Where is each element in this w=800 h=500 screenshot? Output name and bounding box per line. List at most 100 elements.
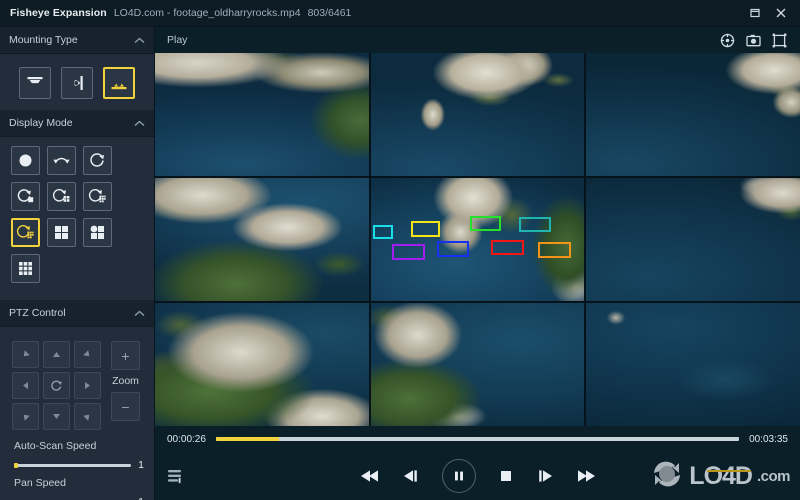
display-mode-quad-view[interactable] bbox=[47, 218, 76, 247]
chevron-up-icon[interactable] bbox=[134, 114, 145, 132]
slider-row-auto-scan-speed: 1 bbox=[14, 459, 144, 471]
zoom-in-button[interactable]: + bbox=[111, 341, 140, 370]
close-icon[interactable] bbox=[768, 2, 794, 24]
display-mode-fisheye-plus-six-panes[interactable] bbox=[11, 218, 40, 247]
slider-auto-scan-speed: Auto-Scan Speed 1 bbox=[0, 434, 154, 471]
video-cell[interactable] bbox=[586, 53, 800, 176]
ptz-pan-up-right[interactable] bbox=[74, 341, 101, 368]
display-mode-panorama-180[interactable] bbox=[47, 146, 76, 175]
video-cell[interactable] bbox=[155, 53, 369, 176]
seek-bar-fill bbox=[215, 437, 279, 441]
detection-box[interactable] bbox=[491, 240, 525, 256]
display-mode-one-plus-three-view[interactable] bbox=[83, 218, 112, 247]
slider-label-pan-speed: Pan Speed bbox=[14, 477, 66, 489]
slider-value-pan-speed: 1 bbox=[138, 496, 144, 500]
panel-body-ptz-control: + Zoom − Auto-Scan Speed 1 Pan Speed bbox=[0, 327, 154, 500]
seek-bar[interactable] bbox=[215, 437, 740, 441]
mounting-type-options bbox=[0, 67, 154, 99]
panel-title-display-mode: Display Mode bbox=[9, 117, 73, 129]
slider-pan-speed: Pan Speed 1 bbox=[0, 471, 154, 500]
watermark-underline bbox=[707, 469, 751, 472]
chevron-up-icon[interactable] bbox=[134, 304, 145, 322]
video-cell[interactable] bbox=[155, 178, 369, 301]
panel-header-ptz-control[interactable]: PTZ Control bbox=[0, 300, 154, 327]
slider-value-auto-scan-speed: 1 bbox=[138, 459, 144, 471]
mount-option-ground[interactable] bbox=[103, 67, 135, 99]
ptz-target-icon[interactable] bbox=[714, 29, 740, 51]
panel-body-mounting-type bbox=[0, 54, 154, 110]
display-mode-fisheye-plus-four-panes[interactable] bbox=[83, 182, 112, 211]
ptz-pan-left[interactable] bbox=[12, 372, 39, 399]
sidebar: Mounting Type Display Mode PTZ Control +… bbox=[0, 27, 155, 500]
panel-body-display-mode bbox=[0, 137, 154, 300]
panel-header-display-mode[interactable]: Display Mode bbox=[0, 110, 154, 137]
application-window: Fisheye Expansion LO4D.com - footage_old… bbox=[0, 0, 800, 500]
transport-bar: LO4D .com bbox=[155, 452, 800, 500]
slider-track-auto-scan-speed[interactable] bbox=[14, 462, 131, 468]
slider-row-pan-speed: 1 bbox=[14, 496, 144, 500]
zoom-out-button[interactable]: − bbox=[111, 392, 140, 421]
video-cell[interactable] bbox=[155, 303, 369, 426]
panel-title-ptz-control: PTZ Control bbox=[9, 307, 66, 319]
video-cell[interactable] bbox=[370, 53, 585, 176]
detection-box[interactable] bbox=[411, 221, 441, 238]
ptz-pan-down[interactable] bbox=[43, 403, 70, 430]
video-cell-selected[interactable] bbox=[370, 178, 585, 301]
rewind-button[interactable] bbox=[360, 468, 380, 484]
slider-knob-auto-scan-speed[interactable] bbox=[14, 462, 18, 468]
view-toolbar: Play bbox=[155, 27, 800, 53]
ptz-auto-scan[interactable] bbox=[43, 372, 70, 399]
mount-option-ceiling[interactable] bbox=[19, 67, 51, 99]
detection-box[interactable] bbox=[436, 241, 469, 258]
detection-box[interactable] bbox=[392, 243, 426, 260]
zoom-label: Zoom bbox=[112, 375, 139, 387]
video-grid bbox=[155, 53, 800, 426]
display-mode-nine-grid-view[interactable] bbox=[11, 254, 40, 283]
display-mode-fisheye-plus-one-pane[interactable] bbox=[11, 182, 40, 211]
lo4d-logo-icon bbox=[650, 459, 684, 494]
restore-window-icon[interactable] bbox=[742, 2, 768, 24]
app-title: Fisheye Expansion bbox=[10, 7, 107, 19]
detection-box[interactable] bbox=[538, 241, 572, 258]
main-area: Play 00:00:26 00:03:35 LO4D .com bbox=[155, 27, 800, 500]
display-mode-fisheye-plus-three-panes[interactable] bbox=[47, 182, 76, 211]
video-cell[interactable] bbox=[586, 303, 800, 426]
fullscreen-icon[interactable] bbox=[766, 29, 792, 51]
display-mode-options bbox=[0, 146, 154, 283]
detection-overlay bbox=[371, 178, 585, 301]
detection-box[interactable] bbox=[470, 215, 501, 232]
ptz-pan-down-left[interactable] bbox=[12, 403, 39, 430]
stop-button[interactable] bbox=[498, 468, 514, 484]
ptz-dpad bbox=[12, 341, 101, 430]
ptz-pan-up-left[interactable] bbox=[12, 341, 39, 368]
window-body: Mounting Type Display Mode PTZ Control +… bbox=[0, 27, 800, 500]
playback-mode-label: Play bbox=[167, 34, 188, 46]
ptz-pan-down-right[interactable] bbox=[74, 403, 101, 430]
detection-box[interactable] bbox=[373, 224, 393, 239]
playback-progress-bar: 00:00:26 00:03:35 bbox=[155, 426, 800, 452]
video-cell[interactable] bbox=[586, 178, 800, 301]
video-view bbox=[155, 53, 800, 426]
zoom-controls: + Zoom − bbox=[111, 341, 140, 421]
video-cell[interactable] bbox=[370, 303, 585, 426]
ptz-controls: + Zoom − bbox=[0, 331, 154, 434]
detection-box[interactable] bbox=[519, 216, 552, 233]
current-time-label: 00:00:26 bbox=[167, 433, 206, 445]
mount-option-wall[interactable] bbox=[61, 67, 93, 99]
pause-button[interactable] bbox=[441, 459, 476, 493]
slider-label-auto-scan-speed: Auto-Scan Speed bbox=[14, 440, 97, 452]
chevron-up-icon[interactable] bbox=[134, 31, 145, 49]
document-title: LO4D.com - footage_oldharryrocks.mp4 bbox=[113, 7, 301, 19]
watermark-text: LO4D bbox=[689, 462, 753, 490]
fast-forward-button[interactable] bbox=[576, 468, 596, 484]
display-mode-panorama-360[interactable] bbox=[83, 146, 112, 175]
frame-counter: 803/6461 bbox=[307, 7, 352, 19]
ptz-pan-up[interactable] bbox=[43, 341, 70, 368]
ptz-pan-right[interactable] bbox=[74, 372, 101, 399]
snapshot-camera-icon[interactable] bbox=[740, 29, 766, 51]
lo4d-watermark: LO4D .com bbox=[650, 459, 791, 494]
step-forward-button[interactable] bbox=[536, 468, 554, 484]
step-back-button[interactable] bbox=[402, 468, 420, 484]
panel-header-mounting-type[interactable]: Mounting Type bbox=[0, 27, 154, 54]
display-mode-fisheye-original[interactable] bbox=[11, 146, 40, 175]
